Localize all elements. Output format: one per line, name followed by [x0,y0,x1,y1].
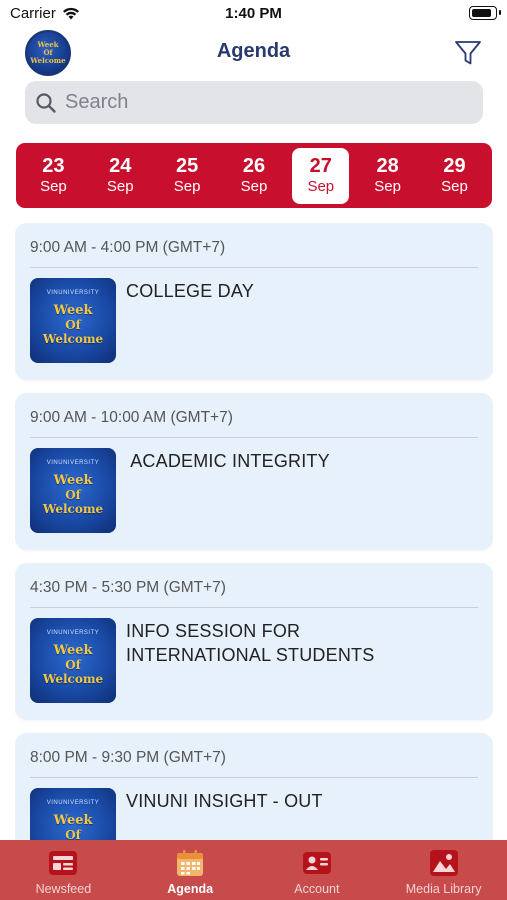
date-day: 25 [175,155,199,177]
date-item[interactable]: 25 Sep [159,148,216,204]
date-day: 24 [109,155,132,177]
thumbnail-word: Welcome [42,671,104,686]
date-day: 29 [443,155,466,177]
thumbnail-word: Of [65,317,81,332]
status-time: 1:40 PM [225,5,282,22]
thumbnail-brand: VINUNIVERSITY [46,800,100,806]
date-month: Sep [307,178,335,195]
status-bar: Carrier 1:40 PM [0,0,507,28]
filter-button[interactable] [453,38,483,68]
thumbnail-word: Week [53,812,93,828]
event-time: 8:00 PM - 9:30 PM (GMT+7) [30,749,226,766]
tab-label: Account [294,882,340,896]
thumbnail-word: Week [53,302,93,318]
thumbnail-word: Of [65,827,81,841]
tab-account[interactable]: Account [254,840,381,900]
event-card[interactable]: 4:30 PM - 5:30 PM (GMT+7) VINUNIVERSITY … [15,563,493,720]
event-title: ACADEMIC INTEGRITY [126,451,330,471]
thumbnail-word: Of [65,657,81,672]
event-card[interactable]: 9:00 AM - 4:00 PM (GMT+7) VINUNIVERSITY … [15,223,493,380]
date-month: Sep [374,178,401,195]
tab-newsfeed[interactable]: Newsfeed [0,840,127,900]
date-item[interactable]: 24 Sep [92,148,149,204]
tab-label: Media Library [405,882,482,896]
event-list[interactable]: 9:00 AM - 4:00 PM (GMT+7) VINUNIVERSITY … [15,223,493,840]
thumbnail-word: Welcome [42,331,104,346]
tab-agenda[interactable]: Agenda [127,840,254,900]
date-item[interactable]: 29 Sep [426,148,483,204]
event-thumbnail: VINUNIVERSITY Week Of Welcome [30,278,116,363]
filter-icon [455,41,481,65]
thumbnail-word: Week [53,472,93,488]
newsfeed-icon [49,851,78,875]
date-day: 26 [242,155,266,177]
tab-media-library[interactable]: Media Library [380,840,507,900]
thumbnail-brand: VINUNIVERSITY [46,630,100,636]
tab-bar: Newsfeed Agenda Account Media Library [0,840,507,900]
divider [30,607,478,608]
search-icon [36,92,56,113]
event-title: VINUNI INSIGHT - OUT [126,791,323,811]
page-title: Agenda [216,40,291,62]
date-day: 27 [309,155,332,177]
event-thumbnail: VINUNIVERSITY Week Of Welcome [30,448,116,533]
battery-icon [469,6,501,20]
event-title: INFO SESSION FOR INTERNATIONAL STUDENTS [126,621,375,665]
thumbnail-brand: VINUNIVERSITY [46,460,100,466]
event-time: 9:00 AM - 4:00 PM (GMT+7) [30,239,226,256]
thumbnail-brand: VINUNIVERSITY [46,290,100,296]
date-item[interactable]: 23 Sep [25,148,82,204]
search-bar[interactable] [25,81,483,124]
thumbnail-word: Welcome [42,501,104,516]
date-month: Sep [240,178,268,195]
date-day: 28 [376,155,399,177]
date-selector: 23 Sep 24 Sep 25 Sep 26 Sep 27 Sep 28 Sep 29 Se… [16,143,492,208]
account-card-icon [302,852,331,874]
event-title: COLLEGE DAY [126,281,254,301]
image-gallery-icon [429,850,458,876]
event-thumbnail: VINUNIVERSITY Week Of Welcome [30,618,116,703]
date-item[interactable]: 27 Sep [292,147,350,204]
search-input[interactable] [65,91,465,114]
event-thumbnail: VINUNIVERSITY Week Of Welcome [30,788,116,840]
calendar-icon [177,850,204,876]
event-time: 9:00 AM - 10:00 AM (GMT+7) [30,409,233,426]
event-card[interactable]: 8:00 PM - 9:30 PM (GMT+7) VINUNIVERSITY … [15,733,493,840]
tab-label: Newsfeed [35,882,92,896]
date-month: Sep [106,178,134,195]
thumbnail-word: Week [53,642,93,658]
divider [30,777,478,778]
event-time: 4:30 PM - 5:30 PM (GMT+7) [30,579,226,596]
tab-label: Agenda [167,882,214,896]
date-day: 23 [42,155,65,177]
date-month: Sep [173,178,201,195]
divider [30,437,478,438]
date-month: Sep [40,178,67,195]
event-card[interactable]: 9:00 AM - 10:00 AM (GMT+7) VINUNIVERSITY… [15,393,493,550]
header: Week Of Welcome Agenda [0,28,507,78]
date-month: Sep [441,178,468,195]
thumbnail-word: Of [65,487,81,502]
date-item[interactable]: 26 Sep [225,148,282,204]
date-item[interactable]: 28 Sep [359,148,416,204]
divider [30,267,478,268]
